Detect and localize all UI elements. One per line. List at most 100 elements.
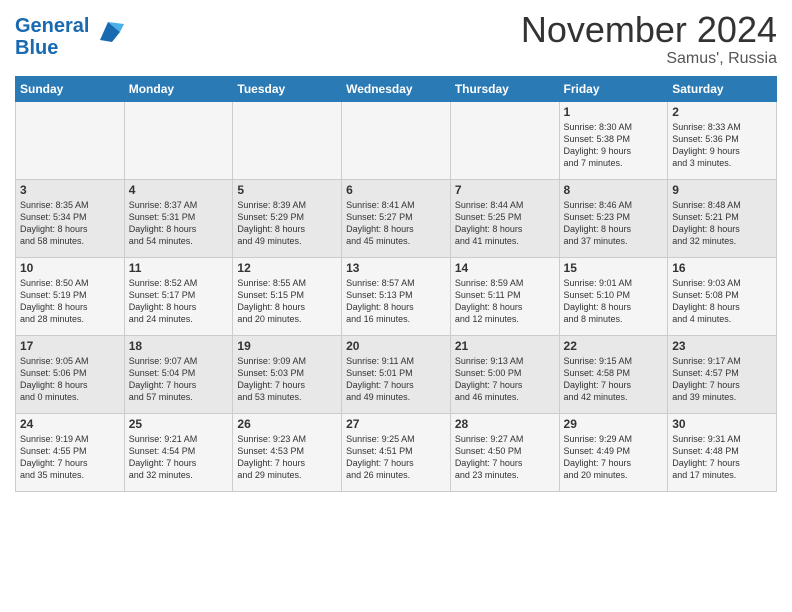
day-info: Sunrise: 8:59 AMSunset: 5:11 PMDaylight:… (455, 277, 555, 326)
day-number: 18 (129, 339, 229, 353)
table-row: 25 Sunrise: 9:21 AMSunset: 4:54 PMDayligh… (124, 413, 233, 491)
table-row: 9Sunrise: 8:48 AMSunset: 5:21 PMDaylight… (668, 179, 777, 257)
table-row: 6 Sunrise: 8:41 AMSunset: 5:27 PMDaylight… (342, 179, 451, 257)
day-info: Sunrise: 9:23 AMSunset: 4:53 PMDaylight:… (237, 433, 337, 482)
day-info: Sunrise: 9:31 AMSunset: 4:48 PMDaylight:… (672, 433, 772, 482)
table-row (124, 101, 233, 179)
logo-icon (92, 20, 124, 46)
table-row: 23 Sunrise: 9:17 AMSunset: 4:57 PMDayligh… (668, 335, 777, 413)
calendar-week-4: 17 Sunrise: 9:05 AMSunset: 5:06 PMDayligh… (16, 335, 777, 413)
calendar-week-2: 3 Sunrise: 8:35 AMSunset: 5:34 PMDaylight… (16, 179, 777, 257)
day-info: Sunrise: 8:39 AMSunset: 5:29 PMDaylight:… (237, 199, 337, 248)
day-number: 26 (237, 417, 337, 431)
day-info: Sunrise: 9:27 AMSunset: 4:50 PMDaylight:… (455, 433, 555, 482)
page-container: General Blue November 2024 Samus', Russi… (0, 0, 792, 497)
day-number: 11 (129, 261, 229, 275)
day-info: Sunrise: 8:50 AMSunset: 5:19 PMDaylight:… (20, 277, 120, 326)
day-info: Sunrise: 9:13 AMSunset: 5:00 PMDaylight:… (455, 355, 555, 404)
day-info: Sunrise: 9:11 AMSunset: 5:01 PMDaylight:… (346, 355, 446, 404)
table-row: 26 Sunrise: 9:23 AMSunset: 4:53 PMDayligh… (233, 413, 342, 491)
day-number: 5 (237, 183, 337, 197)
day-info: Sunrise: 9:21 AMSunset: 4:54 PMDaylight:… (129, 433, 229, 482)
logo-line1: General (15, 15, 89, 37)
day-number: 24 (20, 417, 120, 431)
day-number: 3 (20, 183, 120, 197)
table-row: 30 Sunrise: 9:31 AMSunset: 4:48 PMDayligh… (668, 413, 777, 491)
col-thursday: Thursday (450, 76, 559, 101)
day-info: Sunrise: 9:19 AMSunset: 4:55 PMDaylight:… (20, 433, 120, 482)
day-info: Sunrise: 8:46 AMSunset: 5:23 PMDaylight:… (564, 199, 664, 248)
day-number: 17 (20, 339, 120, 353)
table-row: 14 Sunrise: 8:59 AMSunset: 5:11 PMDayligh… (450, 257, 559, 335)
day-number: 13 (346, 261, 446, 275)
day-number: 28 (455, 417, 555, 431)
day-number: 7 (455, 183, 555, 197)
day-number: 25 (129, 417, 229, 431)
day-info: Sunrise: 9:03 AMSunset: 5:08 PMDaylight:… (672, 277, 772, 326)
col-wednesday: Wednesday (342, 76, 451, 101)
calendar-week-1: 1 Sunrise: 8:30 AMSunset: 5:38 PMDaylight… (16, 101, 777, 179)
day-number: 6 (346, 183, 446, 197)
day-number: 12 (237, 261, 337, 275)
day-info: Sunrise: 8:30 AMSunset: 5:38 PMDaylight:… (564, 121, 664, 170)
col-tuesday: Tuesday (233, 76, 342, 101)
day-number: 29 (564, 417, 664, 431)
day-number: 10 (20, 261, 120, 275)
day-number: 23 (672, 339, 772, 353)
table-row: 7 Sunrise: 8:44 AMSunset: 5:25 PMDaylight… (450, 179, 559, 257)
day-number: 9 (672, 183, 772, 197)
table-row: 1 Sunrise: 8:30 AMSunset: 5:38 PMDaylight… (559, 101, 668, 179)
day-info: Sunrise: 8:41 AMSunset: 5:27 PMDaylight:… (346, 199, 446, 248)
day-number: 14 (455, 261, 555, 275)
table-row (450, 101, 559, 179)
table-row: 16 Sunrise: 9:03 AMSunset: 5:08 PMDayligh… (668, 257, 777, 335)
header-row: Sunday Monday Tuesday Wednesday Thursday… (16, 76, 777, 101)
day-info: Sunrise: 8:44 AMSunset: 5:25 PMDaylight:… (455, 199, 555, 248)
day-number: 27 (346, 417, 446, 431)
day-number: 21 (455, 339, 555, 353)
table-row: 27Sunrise: 9:25 AMSunset: 4:51 PMDayligh… (342, 413, 451, 491)
day-info: Sunrise: 9:15 AMSunset: 4:58 PMDaylight:… (564, 355, 664, 404)
table-row: 8Sunrise: 8:46 AMSunset: 5:23 PMDaylight… (559, 179, 668, 257)
col-saturday: Saturday (668, 76, 777, 101)
table-row: 2Sunrise: 8:33 AMSunset: 5:36 PMDaylight… (668, 101, 777, 179)
logo-text: General Blue (15, 15, 124, 59)
table-row (233, 101, 342, 179)
day-number: 20 (346, 339, 446, 353)
day-info: Sunrise: 9:29 AMSunset: 4:49 PMDaylight:… (564, 433, 664, 482)
table-row: 22 Sunrise: 9:15 AMSunset: 4:58 PMDayligh… (559, 335, 668, 413)
table-row: 29 Sunrise: 9:29 AMSunset: 4:49 PMDayligh… (559, 413, 668, 491)
day-number: 15 (564, 261, 664, 275)
table-row: 28 Sunrise: 9:27 AMSunset: 4:50 PMDayligh… (450, 413, 559, 491)
day-number: 16 (672, 261, 772, 275)
table-row (16, 101, 125, 179)
col-monday: Monday (124, 76, 233, 101)
day-number: 4 (129, 183, 229, 197)
day-number: 22 (564, 339, 664, 353)
day-info: Sunrise: 9:07 AMSunset: 5:04 PMDaylight:… (129, 355, 229, 404)
table-row: 19Sunrise: 9:09 AMSunset: 5:03 PMDayligh… (233, 335, 342, 413)
table-row: 3 Sunrise: 8:35 AMSunset: 5:34 PMDaylight… (16, 179, 125, 257)
day-info: Sunrise: 8:55 AMSunset: 5:15 PMDaylight:… (237, 277, 337, 326)
day-info: Sunrise: 8:35 AMSunset: 5:34 PMDaylight:… (20, 199, 120, 248)
day-info: Sunrise: 9:17 AMSunset: 4:57 PMDaylight:… (672, 355, 772, 404)
day-info: Sunrise: 9:05 AMSunset: 5:06 PMDaylight:… (20, 355, 120, 404)
col-sunday: Sunday (16, 76, 125, 101)
table-row: 4Sunrise: 8:37 AMSunset: 5:31 PMDaylight… (124, 179, 233, 257)
logo-line2: Blue (15, 37, 89, 59)
table-row (342, 101, 451, 179)
table-row: 18 Sunrise: 9:07 AMSunset: 5:04 PMDayligh… (124, 335, 233, 413)
calendar-table: Sunday Monday Tuesday Wednesday Thursday… (15, 76, 777, 492)
day-number: 1 (564, 105, 664, 119)
day-number: 2 (672, 105, 772, 119)
table-row: 10 Sunrise: 8:50 AMSunset: 5:19 PMDayligh… (16, 257, 125, 335)
page-header: General Blue November 2024 Samus', Russi… (15, 10, 777, 68)
table-row: 21 Sunrise: 9:13 AMSunset: 5:00 PMDayligh… (450, 335, 559, 413)
table-row: 12 Sunrise: 8:55 AMSunset: 5:15 PMDayligh… (233, 257, 342, 335)
table-row: 13Sunrise: 8:57 AMSunset: 5:13 PMDayligh… (342, 257, 451, 335)
day-number: 30 (672, 417, 772, 431)
table-row: 20 Sunrise: 9:11 AMSunset: 5:01 PMDayligh… (342, 335, 451, 413)
table-row: 11Sunrise: 8:52 AMSunset: 5:17 PMDayligh… (124, 257, 233, 335)
table-row: 15 Sunrise: 9:01 AMSunset: 5:10 PMDayligh… (559, 257, 668, 335)
day-info: Sunrise: 9:01 AMSunset: 5:10 PMDaylight:… (564, 277, 664, 326)
